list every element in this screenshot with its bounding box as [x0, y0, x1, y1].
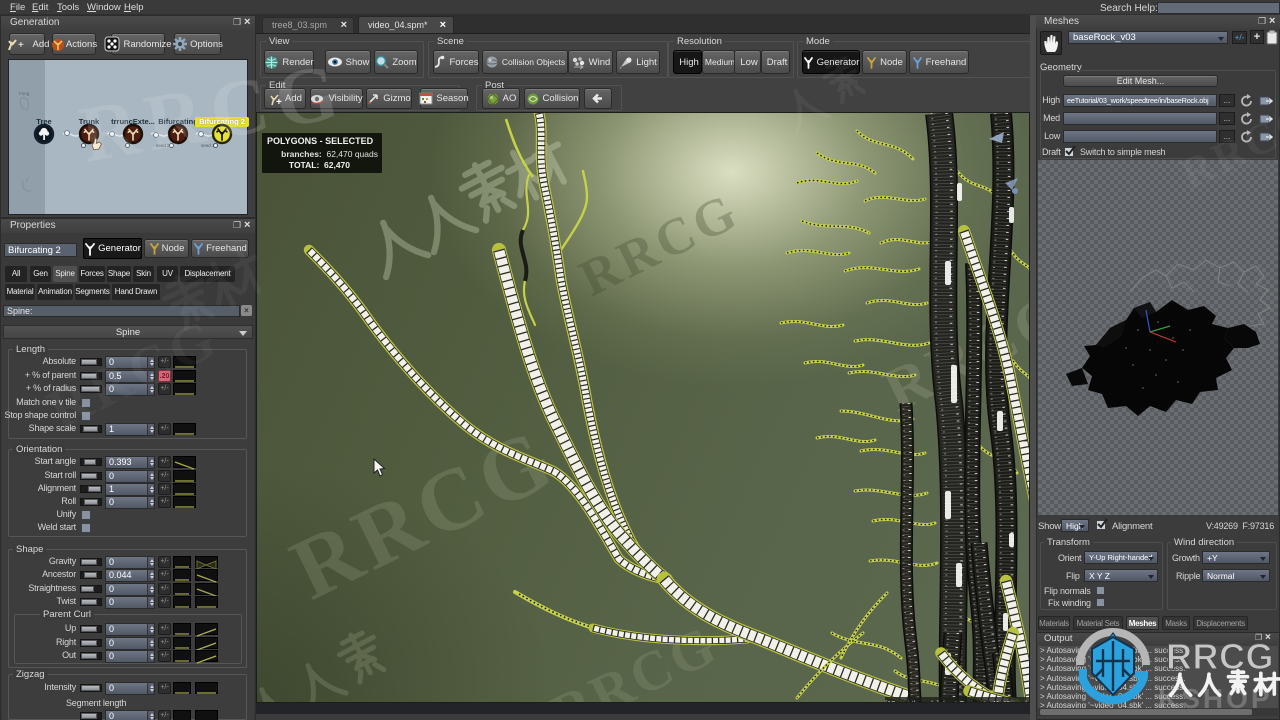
svg-text:RRCG: RRCG — [542, 613, 728, 703]
svg-text:RRCG: RRCG — [277, 409, 570, 619]
svg-text:Fung: Fung — [19, 91, 30, 96]
svg-text:+: + — [276, 97, 282, 106]
svg-text:RRCG: RRCG — [571, 182, 748, 307]
svg-text:+: + — [18, 40, 24, 51]
